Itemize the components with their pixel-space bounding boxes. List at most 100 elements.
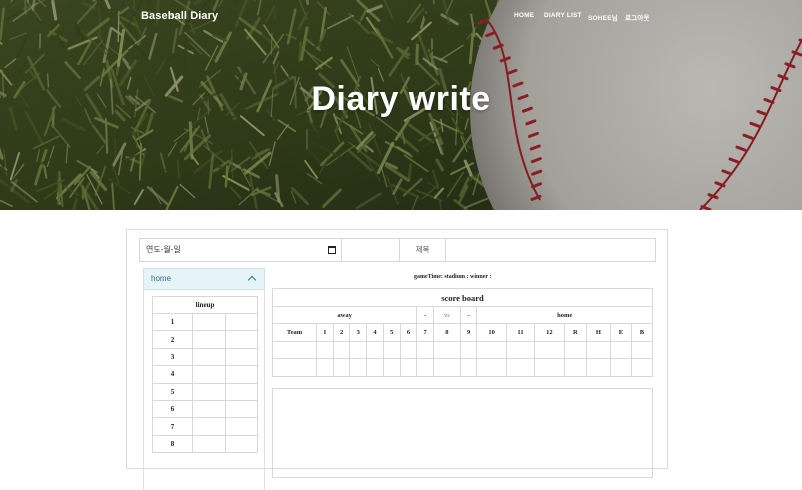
lineup-position-cell[interactable] <box>225 418 258 435</box>
score-col-team: Team <box>273 324 317 342</box>
score-cell[interactable] <box>631 359 652 377</box>
lineup-player-cell[interactable] <box>193 366 226 383</box>
score-cell[interactable] <box>610 359 631 377</box>
score-col-h: H <box>587 324 611 342</box>
lineup-position-cell[interactable] <box>225 314 258 331</box>
score-cell[interactable] <box>383 341 400 359</box>
score-cell[interactable] <box>477 359 507 377</box>
score-col-11: 11 <box>506 324 534 342</box>
score-cell[interactable] <box>367 359 384 377</box>
lineup-order: 5 <box>153 383 193 400</box>
nav-diary-list[interactable]: DIARY LIST <box>544 12 582 19</box>
lineup-position-cell[interactable] <box>225 435 258 452</box>
diary-content-textarea[interactable] <box>272 388 653 478</box>
date-input[interactable]: 연도-월-일 <box>139 238 342 262</box>
lineup-order: 4 <box>153 366 193 383</box>
lineup-order: 2 <box>153 331 193 348</box>
lineup-order: 7 <box>153 418 193 435</box>
score-cell[interactable] <box>350 359 367 377</box>
lineup-order: 1 <box>153 314 193 331</box>
lineup-row: 7 <box>153 418 258 435</box>
score-col-7: 7 <box>417 324 434 342</box>
score-col-6: 6 <box>400 324 417 342</box>
lineup-player-cell[interactable] <box>193 400 226 417</box>
score-cell[interactable] <box>317 359 334 377</box>
lineup-player-cell[interactable] <box>193 383 226 400</box>
score-cell[interactable] <box>631 341 652 359</box>
score-col-8: 8 <box>434 324 461 342</box>
score-cell[interactable] <box>400 341 417 359</box>
form-top-row: 연도-월-일 제목 <box>139 238 656 262</box>
score-cell[interactable] <box>506 341 534 359</box>
score-cell[interactable] <box>417 341 434 359</box>
diary-form-card: 연도-월-일 제목 home lineup 12345678 gameTime:… <box>126 229 668 469</box>
score-col-b: B <box>631 324 652 342</box>
lineup-position-cell[interactable] <box>225 331 258 348</box>
score-cell <box>273 359 317 377</box>
lineup-order: 6 <box>153 400 193 417</box>
nav-user[interactable]: SOHEE님 <box>588 12 618 22</box>
score-cell[interactable] <box>460 359 477 377</box>
score-col-r: R <box>564 324 586 342</box>
home-label: home <box>477 307 653 324</box>
score-cell[interactable] <box>434 359 461 377</box>
score-cell[interactable] <box>333 341 350 359</box>
score-cell[interactable] <box>460 341 477 359</box>
score-cell[interactable] <box>477 341 507 359</box>
score-col-10: 10 <box>477 324 507 342</box>
lineup-player-cell[interactable] <box>193 331 226 348</box>
lineup-position-cell[interactable] <box>225 383 258 400</box>
lineup-position-cell[interactable] <box>225 348 258 365</box>
home-score-row <box>273 359 653 377</box>
scoreboard-table: score board away - vs - home Team1234567… <box>272 288 653 377</box>
away-score: - <box>417 307 434 324</box>
score-cell[interactable] <box>535 341 565 359</box>
score-cell[interactable] <box>506 359 534 377</box>
extra-input[interactable] <box>342 238 400 262</box>
lineup-order: 8 <box>153 435 193 452</box>
lineup-row: 4 <box>153 366 258 383</box>
game-info: gameTime: stadium : winner : <box>414 274 491 280</box>
top-navigation: HOME DIARY LIST SOHEE님 로그아웃 <box>0 12 802 22</box>
scoreboard-title: score board <box>273 289 653 307</box>
lineup-player-cell[interactable] <box>193 348 226 365</box>
lineup-position-cell[interactable] <box>225 400 258 417</box>
lineup-player-cell[interactable] <box>193 435 226 452</box>
score-cell[interactable] <box>367 341 384 359</box>
title-input[interactable] <box>446 238 656 262</box>
lineup-row: 5 <box>153 383 258 400</box>
calendar-icon[interactable] <box>328 246 336 254</box>
nav-logout[interactable]: 로그아웃 <box>625 12 650 22</box>
score-cell[interactable] <box>564 359 586 377</box>
score-cell[interactable] <box>400 359 417 377</box>
score-cell[interactable] <box>333 359 350 377</box>
score-cell[interactable] <box>383 359 400 377</box>
score-col-9: 9 <box>460 324 477 342</box>
score-col-e: E <box>610 324 631 342</box>
accordion-body: lineup 12345678 <box>143 290 265 490</box>
nav-home[interactable]: HOME <box>514 12 534 19</box>
chevron-up-icon <box>248 276 256 284</box>
score-cell[interactable] <box>350 341 367 359</box>
lineup-order: 3 <box>153 348 193 365</box>
score-cell[interactable] <box>535 359 565 377</box>
score-cell[interactable] <box>587 359 611 377</box>
title-label: 제목 <box>400 238 446 262</box>
score-cell[interactable] <box>610 341 631 359</box>
score-cell[interactable] <box>434 341 461 359</box>
accordion-label: home <box>151 274 171 283</box>
lineup-player-cell[interactable] <box>193 314 226 331</box>
score-cell[interactable] <box>587 341 611 359</box>
lineup-table: lineup 12345678 <box>152 296 258 453</box>
score-cell[interactable] <box>317 341 334 359</box>
score-col-12: 12 <box>535 324 565 342</box>
score-cell[interactable] <box>564 341 586 359</box>
score-col-1: 1 <box>317 324 334 342</box>
accordion-home-toggle[interactable]: home <box>143 268 265 290</box>
score-cell[interactable] <box>417 359 434 377</box>
lineup-player-cell[interactable] <box>193 418 226 435</box>
lineup-row: 8 <box>153 435 258 452</box>
lineup-position-cell[interactable] <box>225 366 258 383</box>
score-col-3: 3 <box>350 324 367 342</box>
score-cell <box>273 341 317 359</box>
